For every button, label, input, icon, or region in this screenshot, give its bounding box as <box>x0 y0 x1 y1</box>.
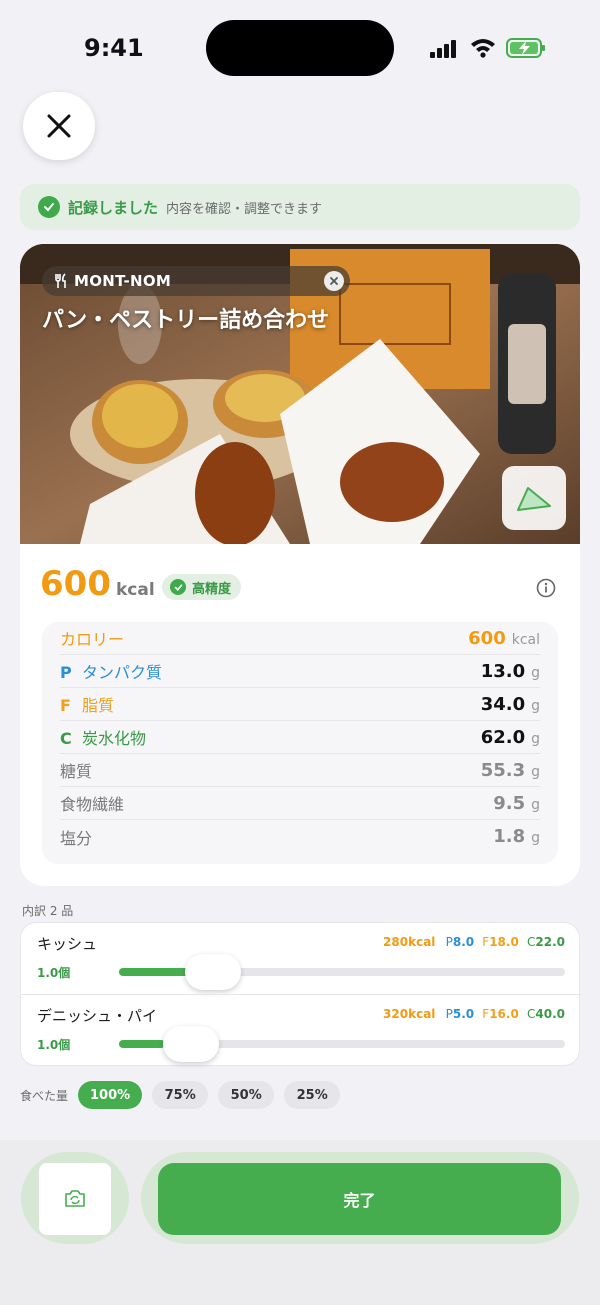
nutrition-label: C 炭水化物 <box>60 725 146 749</box>
meal-title: パン・ペストリー詰め合わせ <box>42 308 330 333</box>
accuracy-badge: 高精度 <box>162 574 242 600</box>
brand-pill: MONT-NOM <box>42 266 350 296</box>
close-button[interactable] <box>23 92 95 160</box>
nutrition-label: P タンパク質 <box>60 659 162 683</box>
saved-banner: 記録しました 内容を確認・調整できます <box>20 184 580 230</box>
nutrition-row: 糖質 55.3 g <box>60 754 540 787</box>
macro-letter: P <box>60 663 72 682</box>
battery-charging-icon <box>506 38 545 58</box>
nutrition-label: F 脂質 <box>60 692 114 716</box>
nutrition-row: P タンパク質 13.0 g <box>60 655 540 688</box>
item-quantity: 1.0個 <box>37 966 71 980</box>
nutrition-unit: g <box>531 830 540 846</box>
kcal-summary: 600 kcal 高精度 <box>40 564 560 610</box>
wifi-icon <box>471 39 495 58</box>
breakdown-label: 内訳 2 品 <box>22 904 74 918</box>
nutrition-label-text: 塩分 <box>60 828 93 848</box>
brand-name: MONT-NOM <box>74 272 172 290</box>
nutrition-unit: g <box>531 763 540 780</box>
eaten-option-100[interactable]: 100% <box>78 1081 143 1109</box>
status-bar: 9:41 <box>0 0 600 96</box>
clear-brand-button[interactable] <box>324 271 344 291</box>
item-macros: 280kcal P8.0 F18.0 C22.0 <box>383 935 565 949</box>
nutrition-value: 1.8 g <box>493 826 540 847</box>
nutrition-label: 塩分 <box>60 825 92 849</box>
nutrition-row: F 脂質 34.0 g <box>60 688 540 721</box>
nutrition-row: カロリー 600 kcal <box>60 622 540 655</box>
quantity-slider[interactable] <box>119 1026 565 1062</box>
check-circle-icon <box>38 196 60 218</box>
fork-knife-icon <box>55 273 66 288</box>
eaten-option-75[interactable]: 75% <box>152 1081 209 1109</box>
nutrition-row: C 炭水化物 62.0 g <box>60 721 540 754</box>
breakdown-item: キッシュ 280kcal P8.0 F18.0 C22.0 1.0個 <box>21 923 581 994</box>
check-circle-icon <box>170 579 186 595</box>
nutrition-label: 糖質 <box>60 758 92 782</box>
meal-card: MONT-NOM パン・ペストリー詰め合わせ 600 kcal 高精度 カロリー… <box>20 244 580 886</box>
breakdown-item: デニッシュ・パイ 320kcal P5.0 F16.0 C40.0 1.0個 <box>21 995 581 1066</box>
retake-photo-button[interactable] <box>39 1163 111 1235</box>
nutrition-value: 13.0 g <box>480 660 540 682</box>
map-button[interactable] <box>502 466 566 530</box>
dynamic-island <box>206 20 394 76</box>
nutrition-row: 塩分 1.8 g <box>60 820 540 853</box>
nutrition-table: カロリー 600 kcal P タンパク質 13.0 g F 脂質 34.0 g C 炭水化物 62.0 g… <box>42 622 558 864</box>
nutrition-label-text: 糖質 <box>60 762 93 781</box>
nutrition-label-text: 食物繊維 <box>60 795 125 814</box>
nutrition-value: 55.3 g <box>480 759 540 781</box>
nutrition-unit: g <box>531 697 540 714</box>
nutrition-unit: g <box>531 796 540 813</box>
slider-thumb[interactable] <box>185 954 241 990</box>
nutrition-unit: kcal <box>511 631 540 648</box>
accuracy-label: 高精度 <box>192 581 232 597</box>
kcal-unit: kcal <box>116 580 155 600</box>
nutrition-label-text: カロリー <box>60 630 125 649</box>
nutrition-label: 食物繊維 <box>60 791 124 815</box>
clear-icon <box>330 277 338 285</box>
nutrition-label: カロリー <box>60 626 124 650</box>
eaten-option-50[interactable]: 50% <box>218 1081 275 1109</box>
nutrition-label-text: 脂質 <box>82 696 115 715</box>
status-time: 9:41 <box>84 34 144 62</box>
macro-letter: F <box>60 696 71 715</box>
item-quantity: 1.0個 <box>37 1038 71 1052</box>
eaten-amount-row: 食べた量 100% 75% 50% 25% <box>20 1080 350 1110</box>
item-macros: 320kcal P5.0 F16.0 C40.0 <box>383 1007 565 1021</box>
nutrition-row: 食物繊維 9.5 g <box>60 787 540 820</box>
macro-letter: C <box>60 729 72 748</box>
nutrition-unit: g <box>531 664 540 681</box>
nutrition-value: 34.0 g <box>480 693 540 715</box>
nutrition-unit: g <box>531 730 540 747</box>
camera-rotate-icon <box>65 1190 85 1207</box>
done-button[interactable]: 完了 <box>158 1163 561 1235</box>
banner-title: 記録しました <box>68 198 159 217</box>
cellular-signal-icon <box>430 38 460 58</box>
eaten-option-25[interactable]: 25% <box>284 1081 341 1109</box>
eaten-label: 食べた量 <box>20 1088 69 1103</box>
map-icon <box>517 487 551 511</box>
item-name: キッシュ <box>37 935 98 953</box>
nutrition-value: 9.5 g <box>493 792 540 814</box>
banner-subtitle: 内容を確認・調整できます <box>166 201 323 217</box>
breakdown-card: キッシュ 280kcal P8.0 F18.0 C22.0 1.0個 デニッシュ… <box>20 922 581 1066</box>
close-icon <box>47 114 71 138</box>
slider-fill <box>119 1040 165 1048</box>
nutrition-value: 62.0 g <box>480 726 540 748</box>
slider-thumb[interactable] <box>163 1026 219 1062</box>
nutrition-label-text: 炭水化物 <box>82 729 147 748</box>
meal-photo: MONT-NOM パン・ペストリー詰め合わせ <box>20 244 580 544</box>
quantity-slider[interactable] <box>119 954 565 990</box>
nutrition-value: 600 kcal <box>468 627 540 649</box>
item-name: デニッシュ・パイ <box>37 1007 158 1025</box>
kcal-total: 600 <box>40 564 111 604</box>
info-icon[interactable] <box>536 578 556 598</box>
nutrition-label-text: タンパク質 <box>82 663 163 682</box>
